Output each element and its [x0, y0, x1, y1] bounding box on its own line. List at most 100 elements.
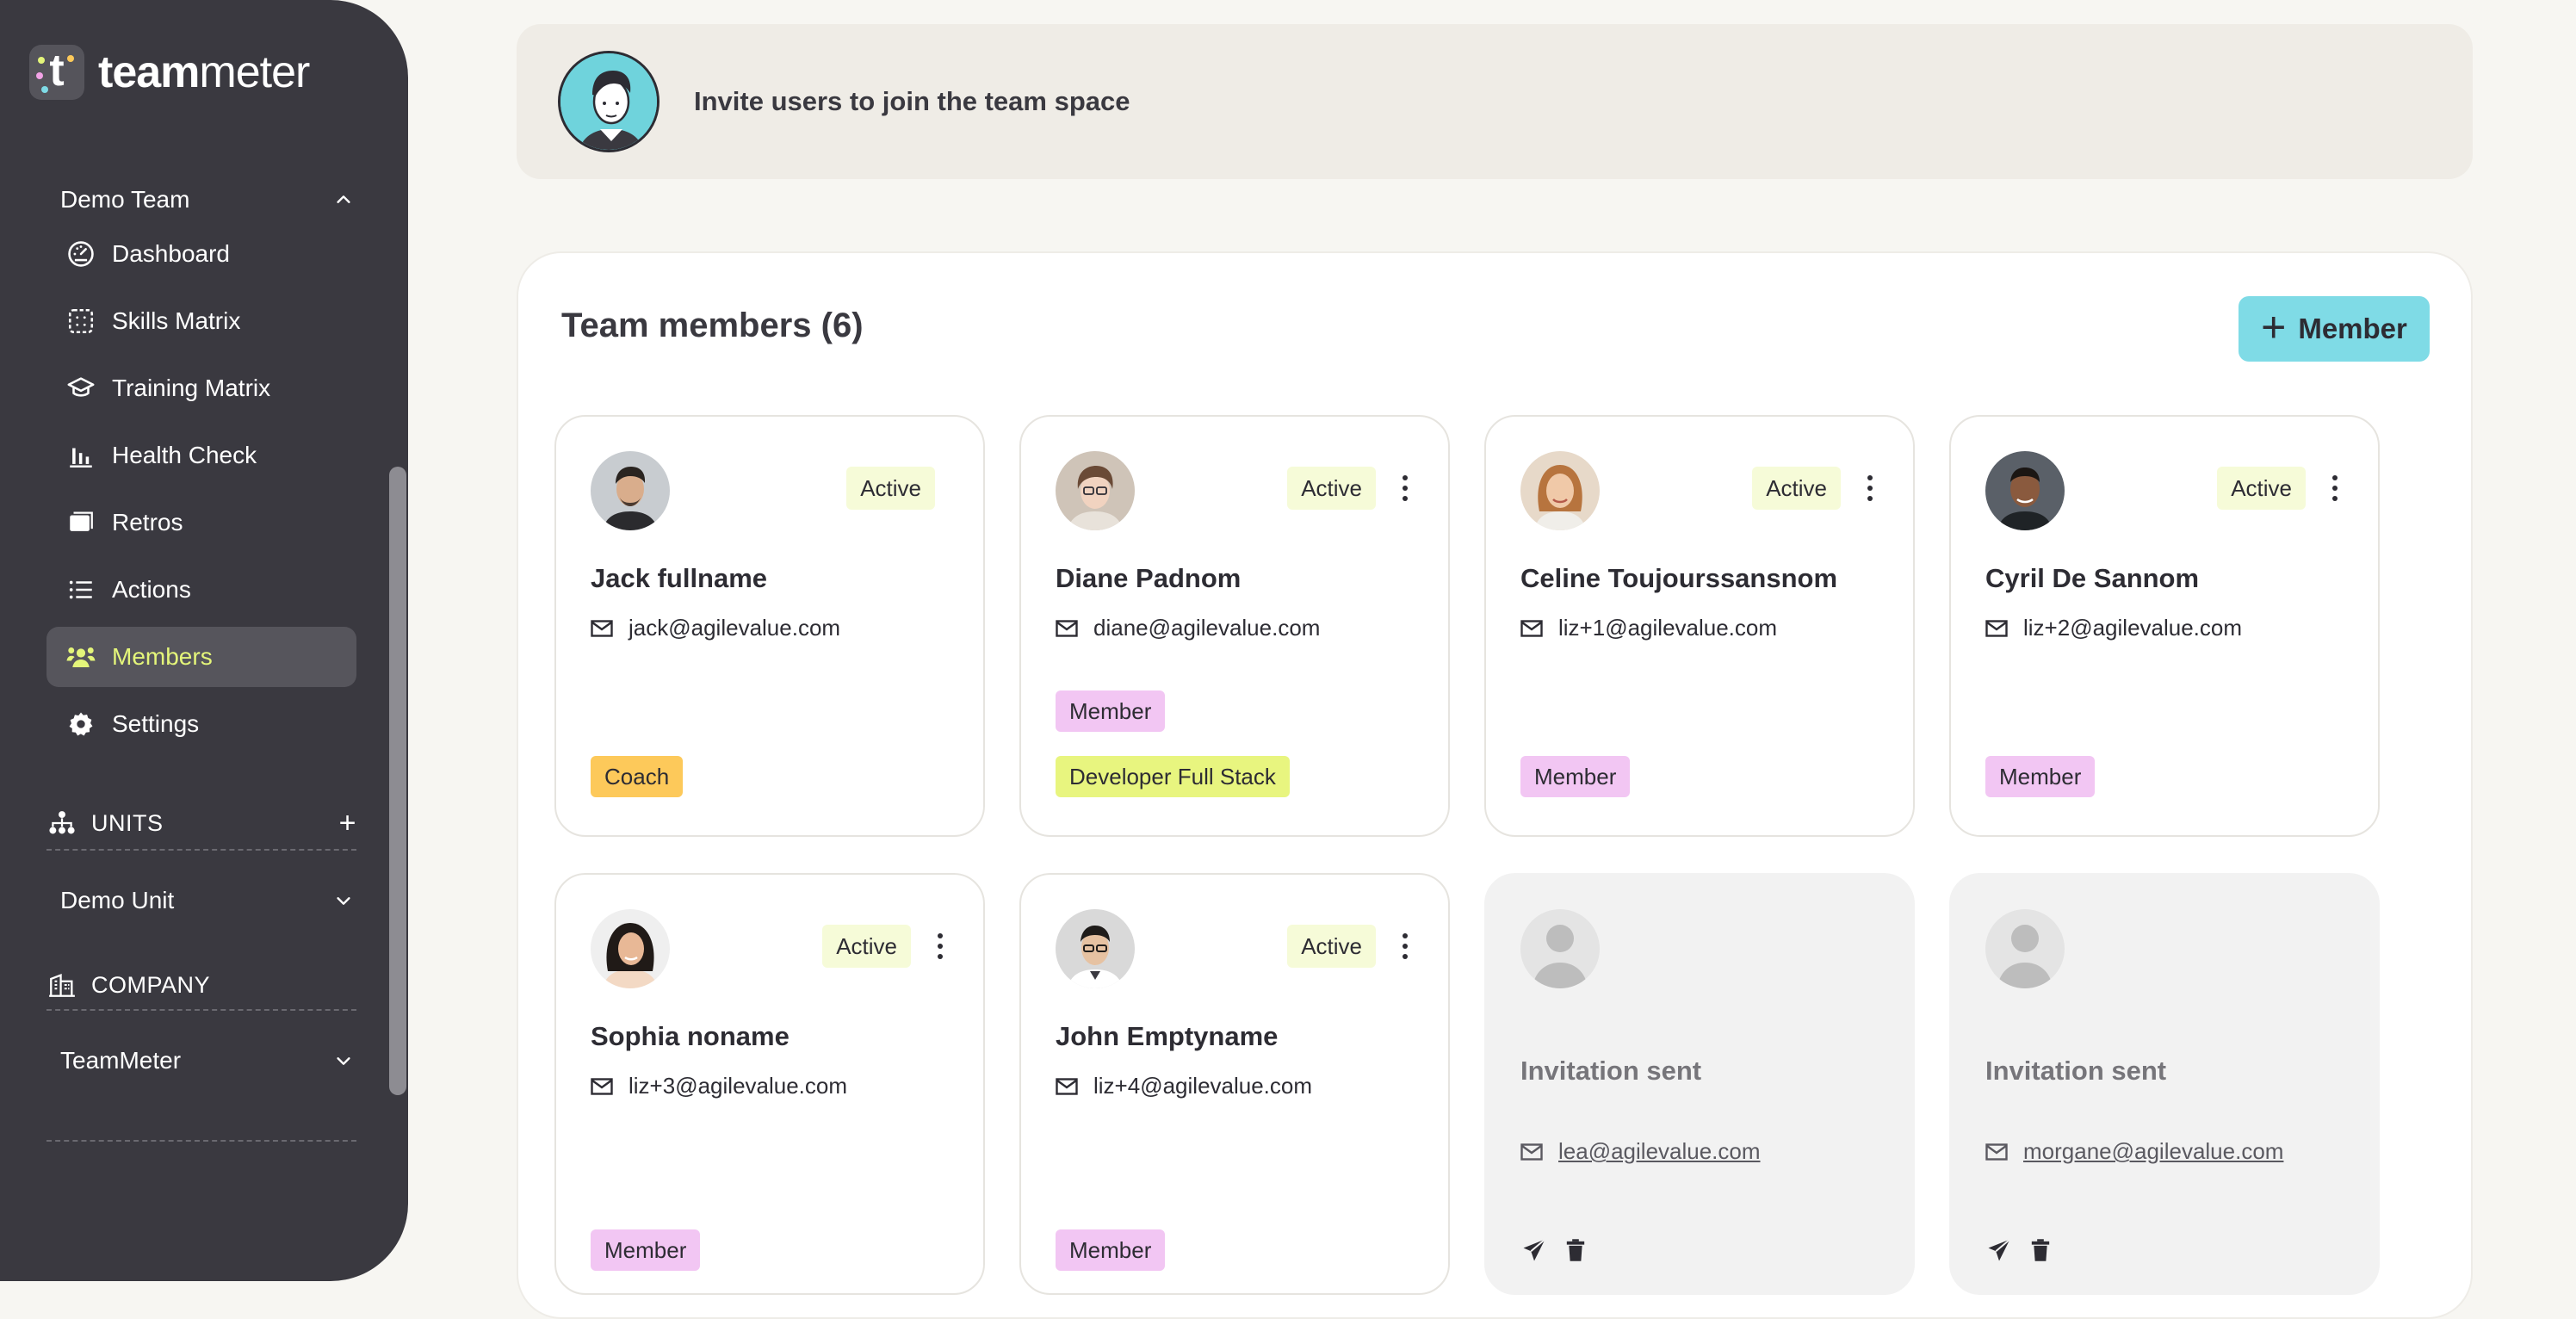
- role-tag: Developer Full Stack: [1056, 756, 1290, 797]
- sidebar-item-dashboard[interactable]: Dashboard: [46, 224, 356, 284]
- grid-icon: [65, 306, 96, 337]
- invitation-email: lea@agilevalue.com: [1520, 1138, 1761, 1165]
- units-label: UNITS: [91, 809, 164, 836]
- chevron-up-icon: [337, 195, 350, 203]
- dashboard-icon: [65, 238, 96, 269]
- team-members-panel: Team members (6) + Member Active Jack fu…: [517, 251, 2473, 1319]
- status-badge: Active: [1287, 467, 1376, 510]
- add-member-label: Member: [2298, 313, 2407, 344]
- member-card[interactable]: Active Diane Padnom diane@agilevalue.com…: [1019, 415, 1450, 837]
- invitation-email: morgane@agilevalue.com: [1985, 1138, 2283, 1165]
- more-options-icon[interactable]: [1396, 470, 1414, 506]
- member-card[interactable]: Active Celine Toujourssansnom liz+1@agil…: [1484, 415, 1915, 837]
- invitation-actions: [1985, 1236, 2068, 1264]
- sidebar-item-label: Retros: [112, 509, 183, 536]
- sidebar-item-actions[interactable]: Actions: [46, 560, 356, 620]
- sidebar-item-skills-matrix[interactable]: Skills Matrix: [46, 291, 356, 351]
- resend-invite-icon[interactable]: [1985, 1236, 2013, 1264]
- logo-mark-icon: t: [29, 45, 84, 100]
- sidebar-item-health-check[interactable]: Health Check: [46, 425, 356, 486]
- resend-invite-icon[interactable]: [1520, 1236, 1548, 1264]
- mail-icon: [1056, 619, 1078, 637]
- role-tag: Member: [1985, 756, 2096, 797]
- member-email: jack@agilevalue.com: [591, 615, 840, 641]
- invite-text: Invite users to join the team space: [694, 86, 1130, 116]
- invite-banner[interactable]: Invite users to join the team space: [517, 24, 2473, 179]
- sidebar-item-members[interactable]: Members: [46, 627, 356, 687]
- delete-invite-icon[interactable]: [1562, 1236, 1589, 1264]
- invitation-actions: [1520, 1236, 1603, 1264]
- company-section-header: COMPANY: [46, 966, 356, 1004]
- mail-icon: [1985, 1143, 2008, 1161]
- status-badge: Active: [1752, 467, 1841, 510]
- role-tag: Member: [1056, 690, 1166, 732]
- sidebar-item-label: Dashboard: [112, 240, 230, 267]
- sidebar-item-label: Settings: [112, 710, 200, 737]
- role-tag: Coach: [591, 756, 684, 797]
- member-card[interactable]: Active Jack fullname jack@agilevalue.com…: [554, 415, 985, 837]
- more-options-icon[interactable]: [1396, 928, 1414, 964]
- member-name: Sophia noname: [591, 1021, 790, 1051]
- mail-icon: [1056, 1077, 1078, 1095]
- unit-selector[interactable]: Demo Unit: [60, 882, 353, 920]
- company-selector[interactable]: TeamMeter: [60, 1042, 353, 1080]
- avatar: [591, 909, 670, 988]
- sidebar: t teammeter Demo Team Dashboard Skills M…: [0, 0, 408, 1281]
- invitation-card: Invitation sent lea@agilevalue.com: [1484, 873, 1915, 1295]
- sidebar-item-label: Actions: [112, 576, 191, 603]
- mail-icon: [591, 619, 613, 637]
- avatar: [1056, 451, 1135, 530]
- role-tag: Member: [591, 1229, 701, 1271]
- sidebar-item-label: Members: [112, 643, 213, 670]
- sidebar-scrollbar[interactable]: [389, 467, 406, 1095]
- invitation-status: Invitation sent: [1520, 1056, 1702, 1086]
- users-icon: [65, 641, 96, 672]
- member-email: diane@agilevalue.com: [1056, 615, 1320, 641]
- member-name: Diane Padnom: [1056, 563, 1242, 593]
- gear-icon: [65, 709, 96, 740]
- sidebar-item-retros[interactable]: Retros: [46, 492, 356, 553]
- sidebar-item-training-matrix[interactable]: Training Matrix: [46, 358, 356, 418]
- invitation-email-link[interactable]: morgane@agilevalue.com: [2023, 1138, 2283, 1165]
- divider: [46, 849, 356, 851]
- placeholder-avatar-icon: [1985, 909, 2065, 988]
- bar-chart-icon: [65, 440, 96, 471]
- chevron-down-icon: [337, 897, 350, 905]
- status-badge: Active: [1287, 925, 1376, 968]
- avatar: [1985, 451, 2065, 530]
- board-icon: [65, 507, 96, 538]
- plus-icon: +: [2261, 303, 2287, 351]
- company-label: COMPANY: [91, 971, 211, 998]
- member-email: liz+2@agilevalue.com: [1985, 615, 2242, 641]
- member-email: liz+3@agilevalue.com: [591, 1073, 847, 1099]
- member-card[interactable]: Active Cyril De Sannom liz+2@agilevalue.…: [1949, 415, 2380, 837]
- add-member-button[interactable]: + Member: [2239, 296, 2430, 362]
- add-unit-button[interactable]: +: [339, 808, 356, 838]
- member-name: Cyril De Sannom: [1985, 563, 2200, 593]
- status-badge: Active: [2217, 467, 2306, 510]
- delete-invite-icon[interactable]: [2027, 1236, 2054, 1264]
- more-options-icon[interactable]: [932, 928, 949, 964]
- unit-name: Demo Unit: [60, 887, 175, 913]
- role-tag: Member: [1056, 1229, 1166, 1271]
- mail-icon: [1985, 619, 2008, 637]
- divider: [46, 1140, 356, 1142]
- sidebar-item-label: Training Matrix: [112, 375, 271, 401]
- divider: [46, 1009, 356, 1011]
- page-title: Team members (6): [561, 307, 864, 344]
- sidebar-item-label: Health Check: [112, 442, 257, 468]
- invitation-card: Invitation sent morgane@agilevalue.com: [1949, 873, 2380, 1295]
- sidebar-item-label: Skills Matrix: [112, 307, 241, 334]
- member-card[interactable]: Active John Emptyname liz+4@agilevalue.c…: [1019, 873, 1450, 1295]
- role-tag: Member: [1520, 756, 1631, 797]
- sidebar-item-settings[interactable]: Settings: [46, 694, 356, 754]
- more-options-icon[interactable]: [1861, 470, 1879, 506]
- units-section-header: UNITS +: [46, 804, 356, 842]
- member-card[interactable]: Active Sophia noname liz+3@agilevalue.co…: [554, 873, 985, 1295]
- app-logo[interactable]: t teammeter: [29, 45, 310, 100]
- avatar: [1056, 909, 1135, 988]
- invitation-email-link[interactable]: lea@agilevalue.com: [1558, 1138, 1761, 1165]
- building-icon: [46, 969, 77, 1000]
- team-selector[interactable]: Demo Team: [60, 183, 353, 217]
- more-options-icon[interactable]: [2326, 470, 2344, 506]
